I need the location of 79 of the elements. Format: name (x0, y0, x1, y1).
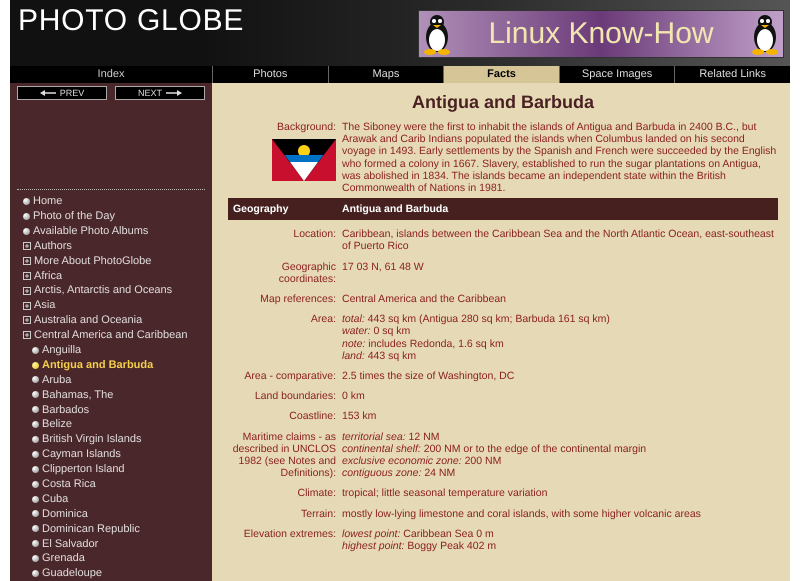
expand-icon (23, 316, 31, 324)
expand-icon (23, 331, 31, 340)
nav-link[interactable]: Africa (34, 268, 62, 284)
nav-link[interactable]: Cuba (42, 490, 68, 508)
nav-link[interactable]: Asia (34, 297, 56, 314)
field-label: Area: (310, 313, 336, 328)
nav-link[interactable]: More About PhotoGlobe (34, 252, 152, 270)
field-value: mostly low-lying limestone and coral islands, with some higher volcanic areas (342, 508, 702, 520)
nav-link[interactable]: Home (33, 193, 62, 210)
nav-link[interactable]: Cayman Islands (42, 446, 121, 463)
nav-link[interactable]: Dominica (42, 506, 88, 522)
field-value: continental shelf: 200 NM or to the edge of the continental margin (342, 442, 648, 456)
field-label: Land boundaries: (254, 390, 336, 402)
next-button[interactable]: NEXT (115, 86, 205, 100)
field-label: Coastline: (288, 410, 336, 423)
field-value: total: 443 sq km (Antigua 280 sq km; Barbuda 161 sq km) (342, 313, 611, 326)
nav-link[interactable]: El Salvador (42, 536, 98, 552)
expand-icon (23, 302, 31, 310)
nav-link[interactable]: Dominican Republic (42, 520, 140, 538)
field-value: water: 0 sq km (342, 325, 412, 338)
field-value: highest point: Boggy Peak 402 m (342, 540, 498, 552)
field-label: Map references: (259, 293, 336, 306)
banner[interactable]: Linux Know-How (418, 10, 784, 58)
nav-link[interactable]: Aruba (42, 372, 72, 388)
nav-link[interactable]: Belize (42, 416, 72, 433)
field-value: lowest point: Caribbean Sea 0 m (342, 528, 495, 540)
nav-link[interactable]: Guadeloupe (42, 565, 102, 581)
field-value: tropical; little seasonal temperature variation (342, 487, 548, 500)
nav-link[interactable]: Authors (34, 238, 72, 254)
field-value: Caribbean, islands between the Caribbean Sea and the North Atlantic Ocean, east-southeast of Puerto Rico (342, 228, 775, 253)
nav-link[interactable]: Antigua and Barbuda (42, 356, 154, 374)
sidebar-title: Index (10, 66, 212, 83)
field-value: land: 443 sq km (342, 350, 418, 362)
background-text: The Siboney were the first to inhabit the islands of Antigua and Barbuda in 2400 B.C., but Arawak and Carib Indians populated the islands when Columbus landed on his second voyage in 1493. Early settlements by the Spanish and French were succeeded by the English who formed a colony in 1667. Slavery, established to run the sugar plantations on Antigua, was abolished in 1834. The islands became an independent state within the British Commonwealth of Nations in 1981. (342, 121, 778, 194)
tab[interactable]: Facts (443, 66, 559, 83)
field-label: Geographic coordinates: (278, 260, 336, 286)
field-label: Maritime claims - as described in UNCLOS 1982 (see Notes and Definitions): (232, 430, 336, 480)
penguin-icon (423, 13, 451, 55)
expand-icon (23, 256, 31, 265)
right-arrow-icon (166, 90, 182, 96)
nav-link[interactable]: Anguilla (42, 342, 82, 358)
nav-link[interactable]: Costa Rica (42, 476, 96, 492)
expand-icon (23, 286, 31, 295)
prev-button[interactable]: PREV (17, 86, 107, 100)
field-value: 2.5 times the size of Washington, DC (342, 370, 516, 382)
field-value: territorial sea: 12 NM (342, 430, 440, 443)
field-value: note: includes Redonda, 1.6 sq km (342, 338, 505, 350)
field-value: 17 03 N, 61 48 W (342, 260, 425, 273)
field-label: Terrain: (300, 508, 336, 520)
nav-link[interactable]: British Virgin Islands (42, 431, 142, 448)
field-value: 0 km (342, 390, 366, 402)
site-logo[interactable]: PHOTO GLOBE (18, 4, 244, 38)
field-value: contiguous zone: 24 NM (342, 467, 456, 480)
nav-link[interactable]: Clipperton Island (42, 461, 125, 478)
section-value: Antigua and Barbuda (342, 203, 448, 216)
nav-link[interactable]: Bahamas, The (42, 386, 114, 404)
nav-link[interactable]: Barbados (42, 402, 90, 418)
field-label: Area - comparative: (243, 370, 336, 382)
left-arrow-icon (40, 90, 56, 96)
field-label: Elevation extremes: (242, 528, 336, 542)
nav-link[interactable]: Central America and Caribbean (34, 327, 188, 344)
nav-link[interactable]: Grenada (42, 550, 85, 567)
penguin-icon (750, 13, 779, 55)
nav-link[interactable]: Available Photo Albums (33, 222, 148, 240)
field-label: Location: (292, 228, 336, 242)
flag-icon (272, 139, 336, 182)
field-label: Background: (277, 121, 336, 134)
field-label: Climate: (296, 487, 336, 500)
page-title: Antigua and Barbuda (410, 91, 596, 113)
nav-link[interactable]: Arctis, Antarctis and Oceans (34, 282, 172, 299)
nav-link[interactable]: Australia and Oceania (34, 312, 142, 329)
expand-icon (23, 242, 31, 250)
field-value: Central America and the Caribbean (342, 293, 508, 306)
expand-icon (23, 272, 31, 280)
banner-text: Linux Know-How (488, 17, 714, 51)
field-value: 153 km (342, 410, 378, 423)
section-label: Geography (232, 203, 290, 216)
nav-link[interactable]: Photo of the Day (33, 208, 115, 224)
field-value: exclusive economic zone: 200 NM (342, 455, 502, 468)
